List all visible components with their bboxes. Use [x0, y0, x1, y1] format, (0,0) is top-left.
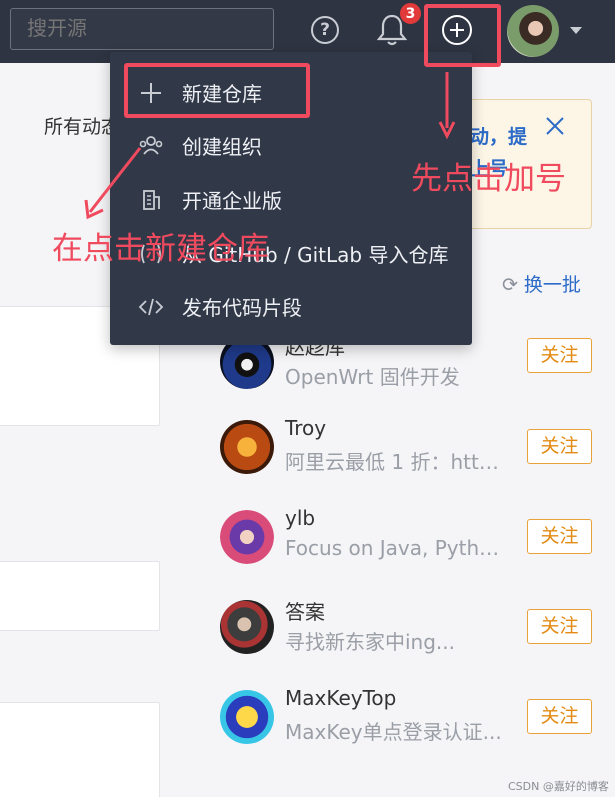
avatar[interactable] — [220, 420, 274, 474]
user-name[interactable]: Troy — [285, 416, 326, 440]
menu-item-label: 创建组织 — [182, 135, 262, 159]
menu-item-label: 发布代码片段 — [182, 296, 302, 320]
list-item: 答案 寻找新东家中ing... 关注 — [215, 600, 615, 680]
building-icon — [143, 190, 160, 210]
list-item: Troy 阿里云最低 1 折：http... 关注 — [215, 416, 615, 500]
annotation-text-second: 在点击新建仓库 — [52, 231, 269, 267]
plus-highlight-box — [424, 4, 501, 67]
notification-badge: 3 — [399, 2, 422, 25]
follow-button[interactable]: 关注 — [527, 338, 592, 373]
user-desc: OpenWrt 固件开发 — [285, 365, 460, 389]
user-name[interactable]: 答案 — [285, 596, 325, 625]
close-icon[interactable] — [543, 114, 567, 138]
search-input[interactable] — [10, 8, 274, 50]
user-name[interactable]: ylb — [285, 506, 315, 530]
avatar[interactable] — [220, 690, 274, 744]
page: ? 3 所有动态 动，提 上号 ⟳换一批 赵趁库 OpenWrt 固件开发 关注… — [0, 0, 615, 797]
code-icon — [138, 298, 164, 316]
avatar[interactable] — [220, 510, 274, 564]
chevron-down-icon[interactable] — [570, 27, 582, 34]
annotation-text-first: 先点击加号 — [411, 161, 566, 197]
follow-button[interactable]: 关注 — [527, 519, 592, 554]
list-item: MaxKeyTop MaxKey单点登录认证... 关注 — [215, 686, 615, 770]
user-desc: Focus on Java, Python ... — [285, 536, 507, 560]
avatar[interactable] — [220, 600, 274, 654]
list-item: 赵趁库 OpenWrt 固件开发 关注 — [215, 335, 615, 415]
follow-button[interactable]: 关注 — [527, 699, 592, 734]
follow-button[interactable]: 关注 — [527, 429, 592, 464]
follow-button[interactable]: 关注 — [527, 609, 592, 644]
user-desc: 寻找新东家中ing... — [285, 630, 455, 654]
activity-card — [0, 561, 160, 631]
list-item: ylb Focus on Java, Python ... 关注 — [215, 506, 615, 590]
notice-text: 动，提 — [470, 126, 528, 148]
activity-filter-label[interactable]: 所有动态 — [44, 112, 114, 139]
refresh-button[interactable]: ⟳ 换一批 — [502, 270, 581, 297]
new-repo-highlight-box — [124, 63, 310, 118]
watermark: CSDN @嘉好的博客 — [508, 780, 609, 793]
user-avatar[interactable] — [507, 5, 559, 57]
activity-card — [0, 702, 160, 797]
refresh-label: 换一批 — [523, 274, 581, 296]
menu-item-snippet[interactable]: 发布代码片段 — [110, 286, 472, 326]
refresh-icon: ⟳ — [502, 274, 518, 296]
user-desc: 阿里云最低 1 折：http... — [285, 450, 507, 474]
menu-item-label: 开通企业版 — [182, 189, 282, 213]
user-name[interactable]: MaxKeyTop — [285, 686, 396, 710]
help-icon[interactable]: ? — [311, 16, 339, 44]
user-desc: MaxKey单点登录认证... — [285, 720, 502, 744]
group-icon — [139, 136, 163, 155]
